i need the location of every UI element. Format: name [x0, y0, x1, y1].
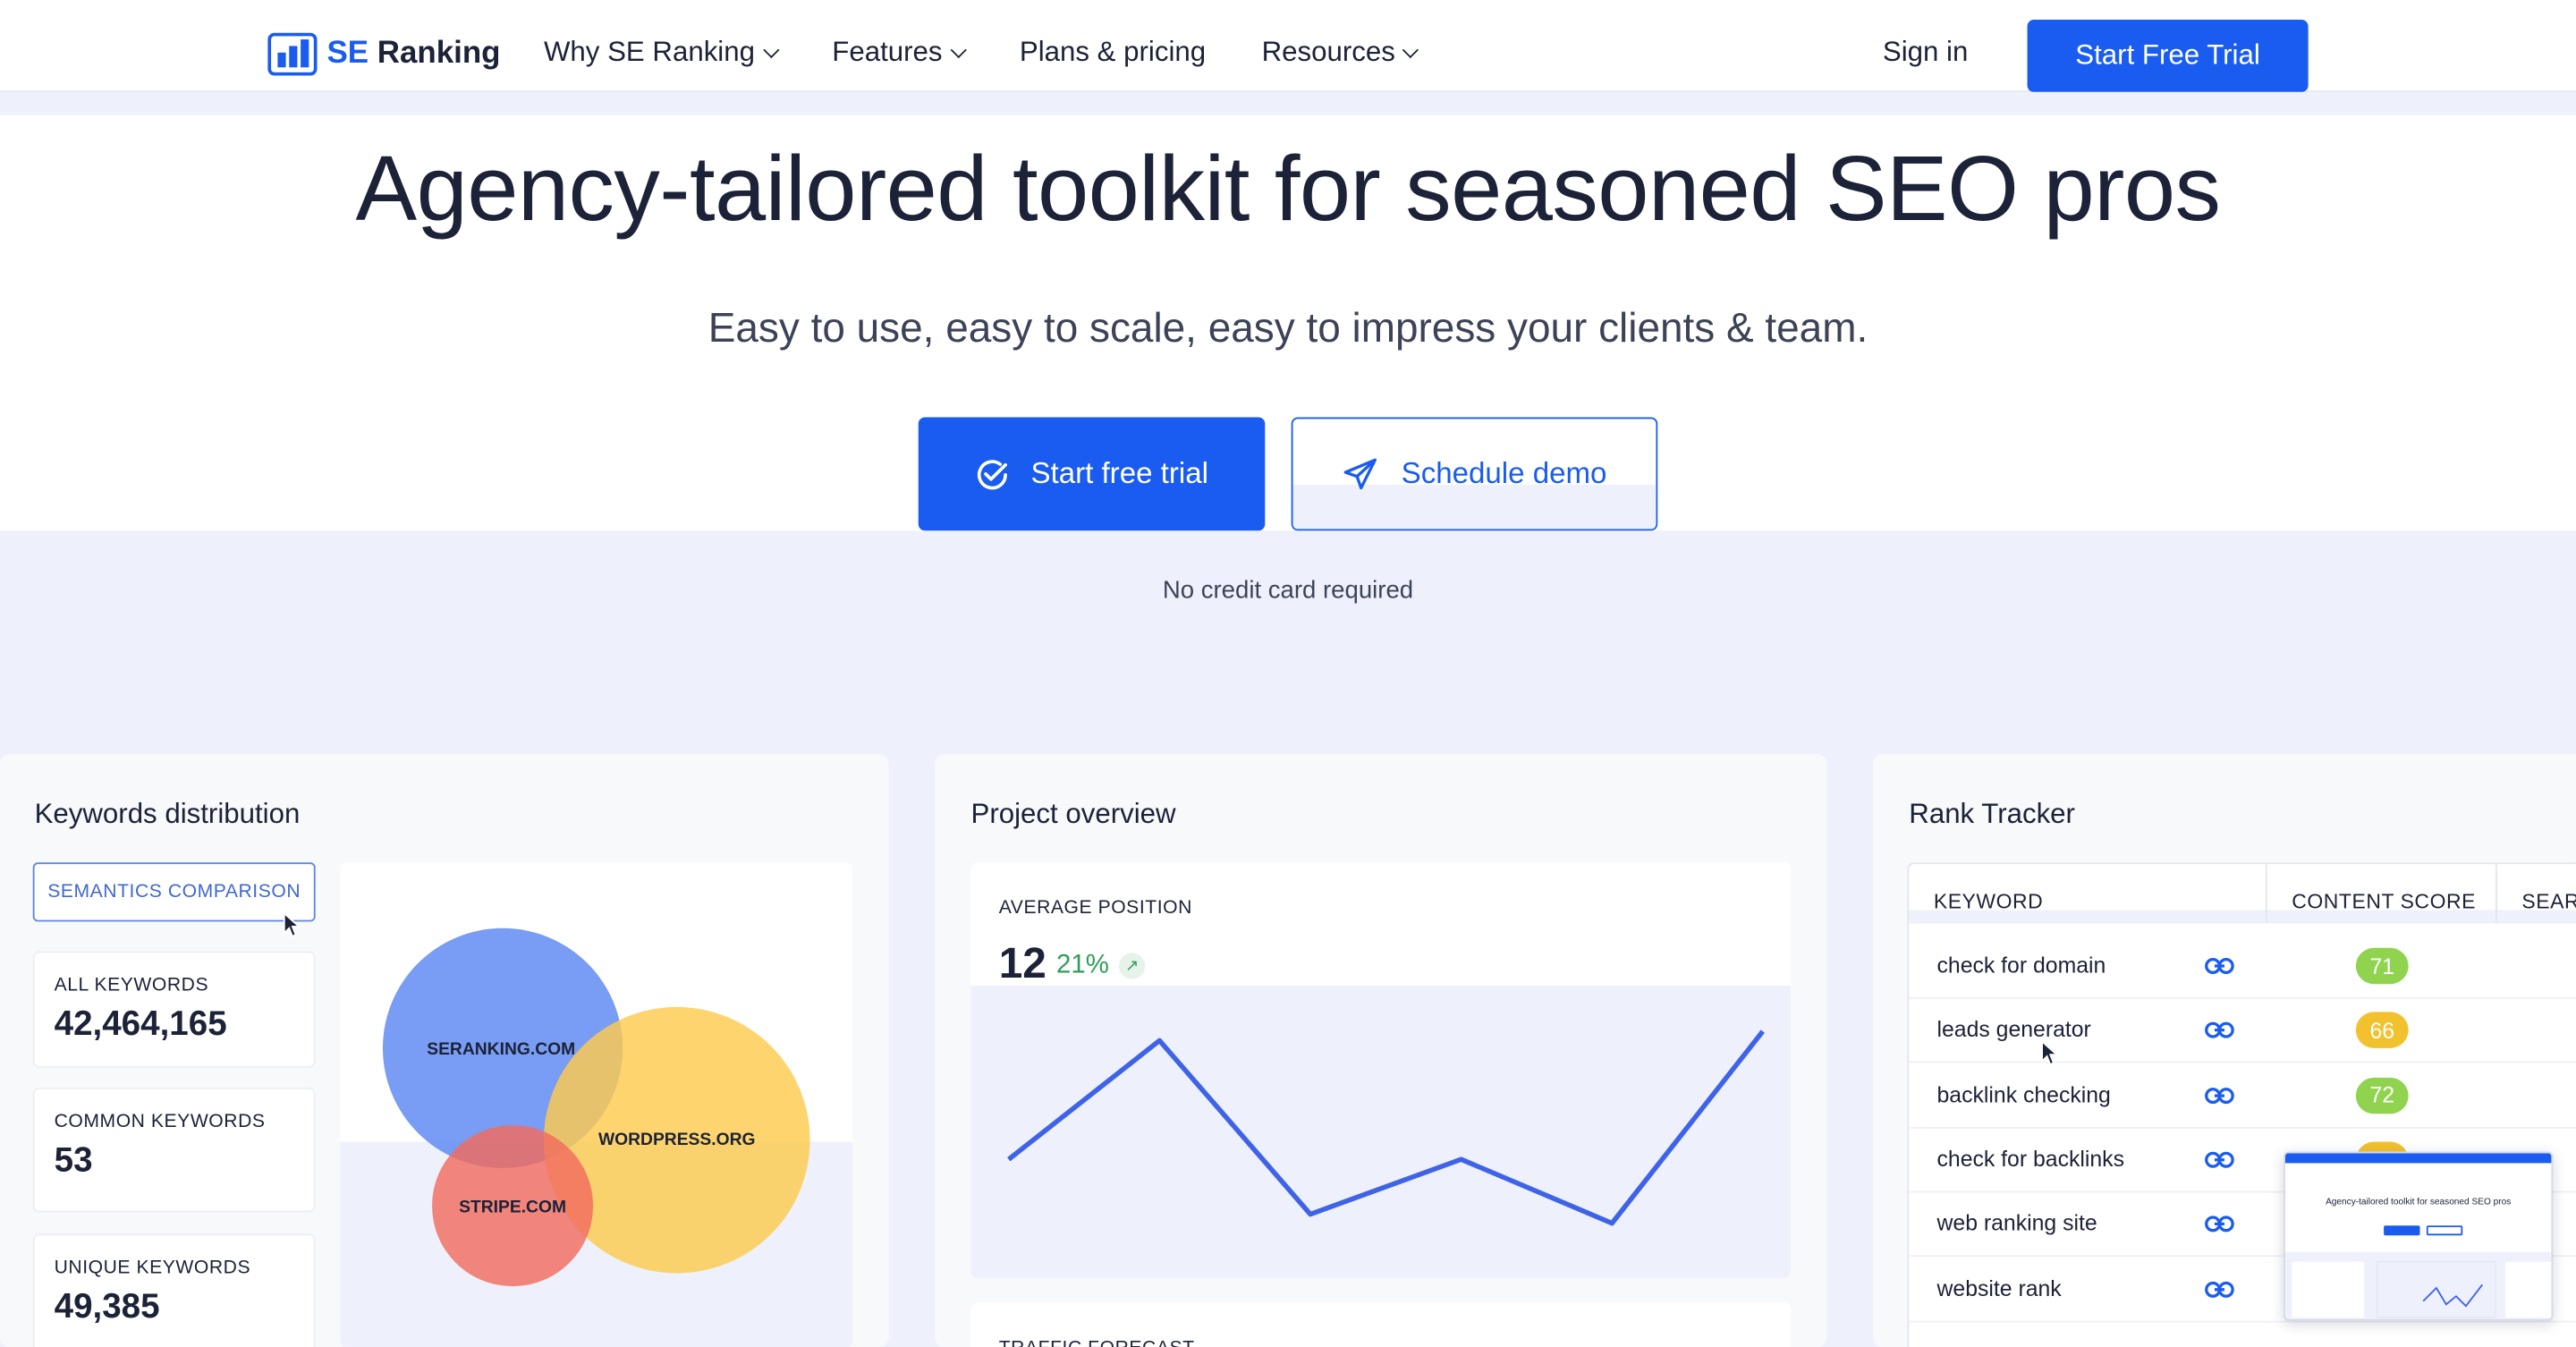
average-position-value: 12: [998, 937, 1046, 987]
chevron-down-icon: [949, 41, 967, 58]
start-free-trial-button[interactable]: Start Free Trial: [2027, 20, 2309, 92]
chevron-down-icon: [762, 41, 779, 58]
venn-label-wordpress: WORDPRESS.ORG: [598, 1131, 756, 1149]
stat-value: 49,385: [54, 1287, 160, 1326]
thumbnail-button: [2426, 1225, 2463, 1236]
menu-features[interactable]: Features: [832, 36, 967, 69]
logo-ranking: Ranking: [377, 36, 501, 71]
venn-diagram: SERANKING.COM WORDPRESS.ORG STRIPE.COM: [382, 928, 810, 1287]
table-row[interactable]: check for domain 71: [1909, 935, 2576, 999]
average-position-label: AVERAGE POSITION: [998, 898, 1192, 919]
stat-value: 42,464,165: [54, 1005, 227, 1044]
schedule-demo-cta[interactable]: Schedule demo: [1291, 417, 1658, 531]
menu-label: Plans & pricing: [1019, 36, 1207, 68]
stat-all-keywords: ALL KEYWORDS 42,464,165: [32, 951, 316, 1068]
main-menu: Why SE Ranking Features Plans & pricing …: [544, 36, 1472, 69]
menu-label: Features: [832, 36, 943, 68]
hero-subtitle: Easy to use, easy to scale, easy to impr…: [708, 305, 1868, 352]
mouse-cursor-icon: [283, 911, 301, 938]
arrow-up-right-icon: ↗: [1118, 953, 1146, 979]
card-title: Rank Tracker: [1909, 798, 2075, 830]
average-position-line-chart: [1007, 1029, 1765, 1226]
average-position-change: 21% ↗: [1056, 951, 1146, 980]
content-score-badge: 66: [2355, 1012, 2409, 1049]
column-header-search[interactable]: SEAR: [2521, 891, 2576, 914]
nav-divider-strip: [0, 91, 2576, 115]
venn-label-stripe: STRIPE.COM: [459, 1199, 566, 1217]
link-icon[interactable]: [2205, 1021, 2234, 1040]
thumbnail-title: Agency-tailored toolkit for seasoned SEO…: [2326, 1197, 2512, 1207]
hero-title: Agency-tailored toolkit for seasoned SEO…: [355, 136, 2221, 241]
column-header-keyword[interactable]: KEYWORD: [1934, 891, 2043, 914]
check-circle-icon: [978, 459, 1008, 489]
mouse-cursor-icon: [2041, 1039, 2060, 1066]
card-title: Project overview: [970, 798, 1176, 830]
project-overview-card: Project overview AVERAGE POSITION 12 21%…: [935, 754, 1827, 1347]
traffic-forecast-panel: TRAFFIC FORECAST: [970, 1302, 1792, 1347]
stat-label: COMMON KEYWORDS: [54, 1112, 266, 1132]
column-divider: [2495, 864, 2497, 924]
venn-diagram-panel: SERANKING.COM WORDPRESS.ORG STRIPE.COM: [340, 862, 853, 1347]
stat-common-keywords: COMMON KEYWORDS 53: [32, 1087, 316, 1213]
stat-value: 53: [54, 1141, 93, 1180]
menu-plans-pricing[interactable]: Plans & pricing: [1020, 36, 1206, 69]
stat-unique-keywords: UNIQUE KEYWORDS 49,385: [32, 1233, 316, 1347]
keyword-cell: leads generator: [1936, 1017, 2091, 1043]
menu-label: Why SE Ranking: [543, 36, 755, 68]
link-icon[interactable]: [2205, 1215, 2234, 1234]
sign-in-link[interactable]: Sign in: [1883, 36, 1968, 69]
content-score-badge: 71: [2355, 947, 2409, 985]
keyword-cell: backlink checking: [1936, 1081, 2111, 1107]
logo-text: SE Ranking: [327, 36, 501, 72]
stat-label: ALL KEYWORDS: [54, 976, 209, 996]
cta-label: Schedule demo: [1401, 456, 1607, 490]
keywords-distribution-card: Keywords distribution SEMANTICS COMPARIS…: [0, 754, 889, 1347]
menu-resources[interactable]: Resources: [1261, 36, 1419, 69]
thumbnail-band: [2284, 1251, 2552, 1319]
logo-chart-icon: [267, 32, 318, 76]
no-credit-card-note: No credit card required: [1162, 576, 1414, 605]
venn-label-seranking: SERANKING.COM: [427, 1040, 575, 1059]
thumbnail-top-bar: [2284, 1153, 2552, 1164]
stat-label: UNIQUE KEYWORDS: [54, 1258, 251, 1278]
menu-label: Resources: [1261, 36, 1395, 68]
keyword-cell: website rank: [1936, 1275, 2062, 1300]
link-icon[interactable]: [2205, 956, 2234, 976]
send-icon: [1343, 457, 1377, 489]
table-row[interactable]: backlink checking 72: [1909, 1063, 2576, 1129]
series-line: [1007, 1029, 1765, 1226]
logo-se: SE: [326, 36, 369, 71]
thumbnail-button: [2384, 1225, 2420, 1236]
cta-label: Start free trial: [1030, 456, 1208, 490]
content-score-badge: 72: [2355, 1077, 2409, 1114]
top-navigation: SE Ranking Why SE Ranking Features Plans…: [0, 0, 2576, 92]
link-icon[interactable]: [2205, 1279, 2234, 1299]
average-position-panel: AVERAGE POSITION 12 21% ↗: [970, 862, 1792, 1278]
keyword-cell: check for domain: [1936, 953, 2106, 978]
change-percent: 21%: [1056, 951, 1109, 979]
logo[interactable]: SE Ranking: [267, 32, 501, 76]
column-header-content-score[interactable]: CONTENT SCORE: [2292, 891, 2476, 914]
start-free-trial-cta[interactable]: Start free trial: [918, 417, 1266, 531]
menu-why-se-ranking[interactable]: Why SE Ranking: [543, 36, 779, 69]
table-row[interactable]: leads generator 66: [1909, 999, 2576, 1063]
card-title: Keywords distribution: [34, 798, 301, 830]
page-preview-thumbnail[interactable]: Agency-tailored toolkit for seasoned SEO…: [2284, 1151, 2554, 1321]
semantics-comparison-button[interactable]: SEMANTICS COMPARISON: [32, 862, 316, 922]
column-divider: [2265, 864, 2267, 924]
traffic-forecast-label: TRAFFIC FORECAST: [999, 1339, 1195, 1347]
link-icon[interactable]: [2205, 1150, 2234, 1170]
cta-inner: Schedule demo: [1343, 456, 1607, 492]
table-header: KEYWORD CONTENT SCORE SEAR: [1909, 864, 2576, 924]
page-root: SE Ranking Why SE Ranking Features Plans…: [0, 0, 2576, 1347]
chevron-down-icon: [1402, 41, 1419, 58]
link-icon[interactable]: [2205, 1085, 2234, 1105]
thumbnail-mini-chart: [2292, 1261, 2552, 1318]
keyword-cell: check for backlinks: [1936, 1146, 2124, 1172]
keyword-cell: web ranking site: [1936, 1211, 2097, 1236]
